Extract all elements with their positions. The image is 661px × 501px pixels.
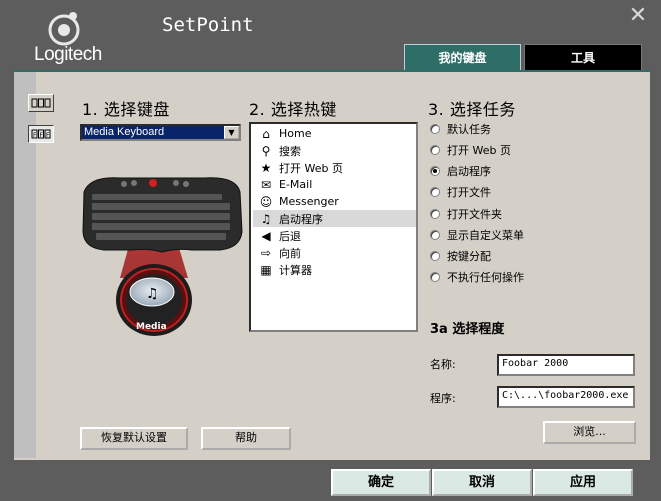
search-icon: ⚲ [261,143,271,158]
radio-button[interactable] [430,272,440,282]
star-icon: ★ [260,160,272,175]
option-label: 打开文件 [447,186,491,199]
forward-arrow-icon: ⇨ [260,245,272,260]
list-item-label: 后退 [279,229,301,243]
radio-button[interactable] [430,209,440,219]
keyboard-image: ♫ [82,177,243,336]
brand-logo-text: Logitech [34,44,102,65]
svg-text:F: F [46,132,50,139]
hotkey-list[interactable]: ⌂ Home ⚲ 搜索 ★ 打开 Web 页 ✉ E-Mail ☺ Messenger ♫… [249,122,418,332]
option-label: 显示自定义菜单 [447,229,524,242]
messenger-icon: ☺ [259,194,273,209]
svg-text:F: F [40,132,44,139]
program-label: 程序: [430,392,456,405]
help-button[interactable]: 帮助 [201,427,291,450]
option-label: 启动程序 [447,165,491,178]
list-item[interactable]: ☺ Messenger [253,193,416,210]
list-item-label: Home [279,127,312,140]
cancel-button[interactable]: 取消 [432,469,532,496]
ok-button[interactable]: 确定 [331,469,431,496]
keyboard-select[interactable]: Media Keyboard ▼ [80,124,241,141]
apply-button[interactable]: 应用 [533,469,633,496]
name-field[interactable]: Foobar 2000 [497,354,635,376]
task-option-launch-program[interactable]: 启动程序 [430,163,491,179]
list-item-label: Messenger [279,195,339,208]
radio-button[interactable] [430,251,440,261]
radio-button-checked[interactable] [430,166,440,176]
list-item[interactable]: ▦ 计算器 [253,261,416,278]
option-label: 按键分配 [447,250,491,263]
task-option-open-web[interactable]: 打开 Web 页 [430,142,511,158]
list-item[interactable]: ⇨ 向前 [253,244,416,261]
logitech-logo-icon [48,12,80,46]
close-icon[interactable]: ✕ [628,5,648,27]
browse-button[interactable]: 浏览... [543,421,636,444]
keyboard-keys-icon[interactable] [28,94,54,112]
function-keys-icon[interactable]: FFF [28,125,54,143]
home-icon: ⌂ [262,126,270,141]
section3a-title: 3a 选择程度 [430,322,505,337]
option-label: 打开文件夹 [447,208,502,221]
svg-text:F: F [33,132,37,139]
keyboard-select-value: Media Keyboard [82,126,224,139]
option-label: 默认任务 [447,123,491,136]
list-item[interactable]: ⌂ Home [253,125,416,142]
list-item-label: 打开 Web 页 [279,161,343,175]
list-item[interactable]: ⚲ 搜索 [253,142,416,159]
tab-tools[interactable]: 工具 [524,44,642,70]
section1-title: 1. 选择键盘 [82,100,170,119]
task-option-default[interactable]: 默认任务 [430,121,491,137]
task-option-none[interactable]: 不执行任何操作 [430,269,524,285]
list-item-selected[interactable]: ♫ 启动程序 [253,210,416,227]
list-item-label: E-Mail [279,178,313,191]
restore-defaults-button[interactable]: 恢复默认设置 [80,427,188,450]
radio-button[interactable] [430,124,440,134]
back-arrow-icon: ◀ [261,228,271,243]
list-item-label: 启动程序 [279,212,323,226]
section2-title: 2. 选择热键 [249,100,337,119]
list-item[interactable]: ✉ E-Mail [253,176,416,193]
name-label: 名称: [430,358,456,371]
task-option-key-assignment[interactable]: 按键分配 [430,248,491,264]
program-path-field[interactable]: C:\...\foobar2000.exe [497,386,635,408]
list-item[interactable]: ◀ 后退 [253,227,416,244]
radio-button[interactable] [430,187,440,197]
music-note-icon: ♫ [260,211,272,226]
task-option-open-folder[interactable]: 打开文件夹 [430,206,502,222]
radio-button[interactable] [430,145,440,155]
task-option-open-file[interactable]: 打开文件 [430,184,491,200]
music-note-icon: ♫ [146,286,159,302]
app-title: SetPoint [162,14,254,36]
option-label: 不执行任何操作 [447,271,524,284]
list-item[interactable]: ★ 打开 Web 页 [253,159,416,176]
calculator-icon: ▦ [260,262,272,277]
option-label: 打开 Web 页 [447,144,511,157]
chevron-down-icon[interactable]: ▼ [224,126,239,139]
tab-my-keyboard[interactable]: 我的键盘 [404,44,521,70]
list-item-label: 计算器 [279,263,312,277]
radio-button[interactable] [430,230,440,240]
media-key-label: Media [136,322,167,332]
list-item-label: 搜索 [279,144,301,158]
section3-title: 3. 选择任务 [428,100,516,119]
task-option-custom-menu[interactable]: 显示自定义菜单 [430,227,524,243]
mail-icon: ✉ [260,177,272,192]
list-item-label: 向前 [279,246,301,260]
